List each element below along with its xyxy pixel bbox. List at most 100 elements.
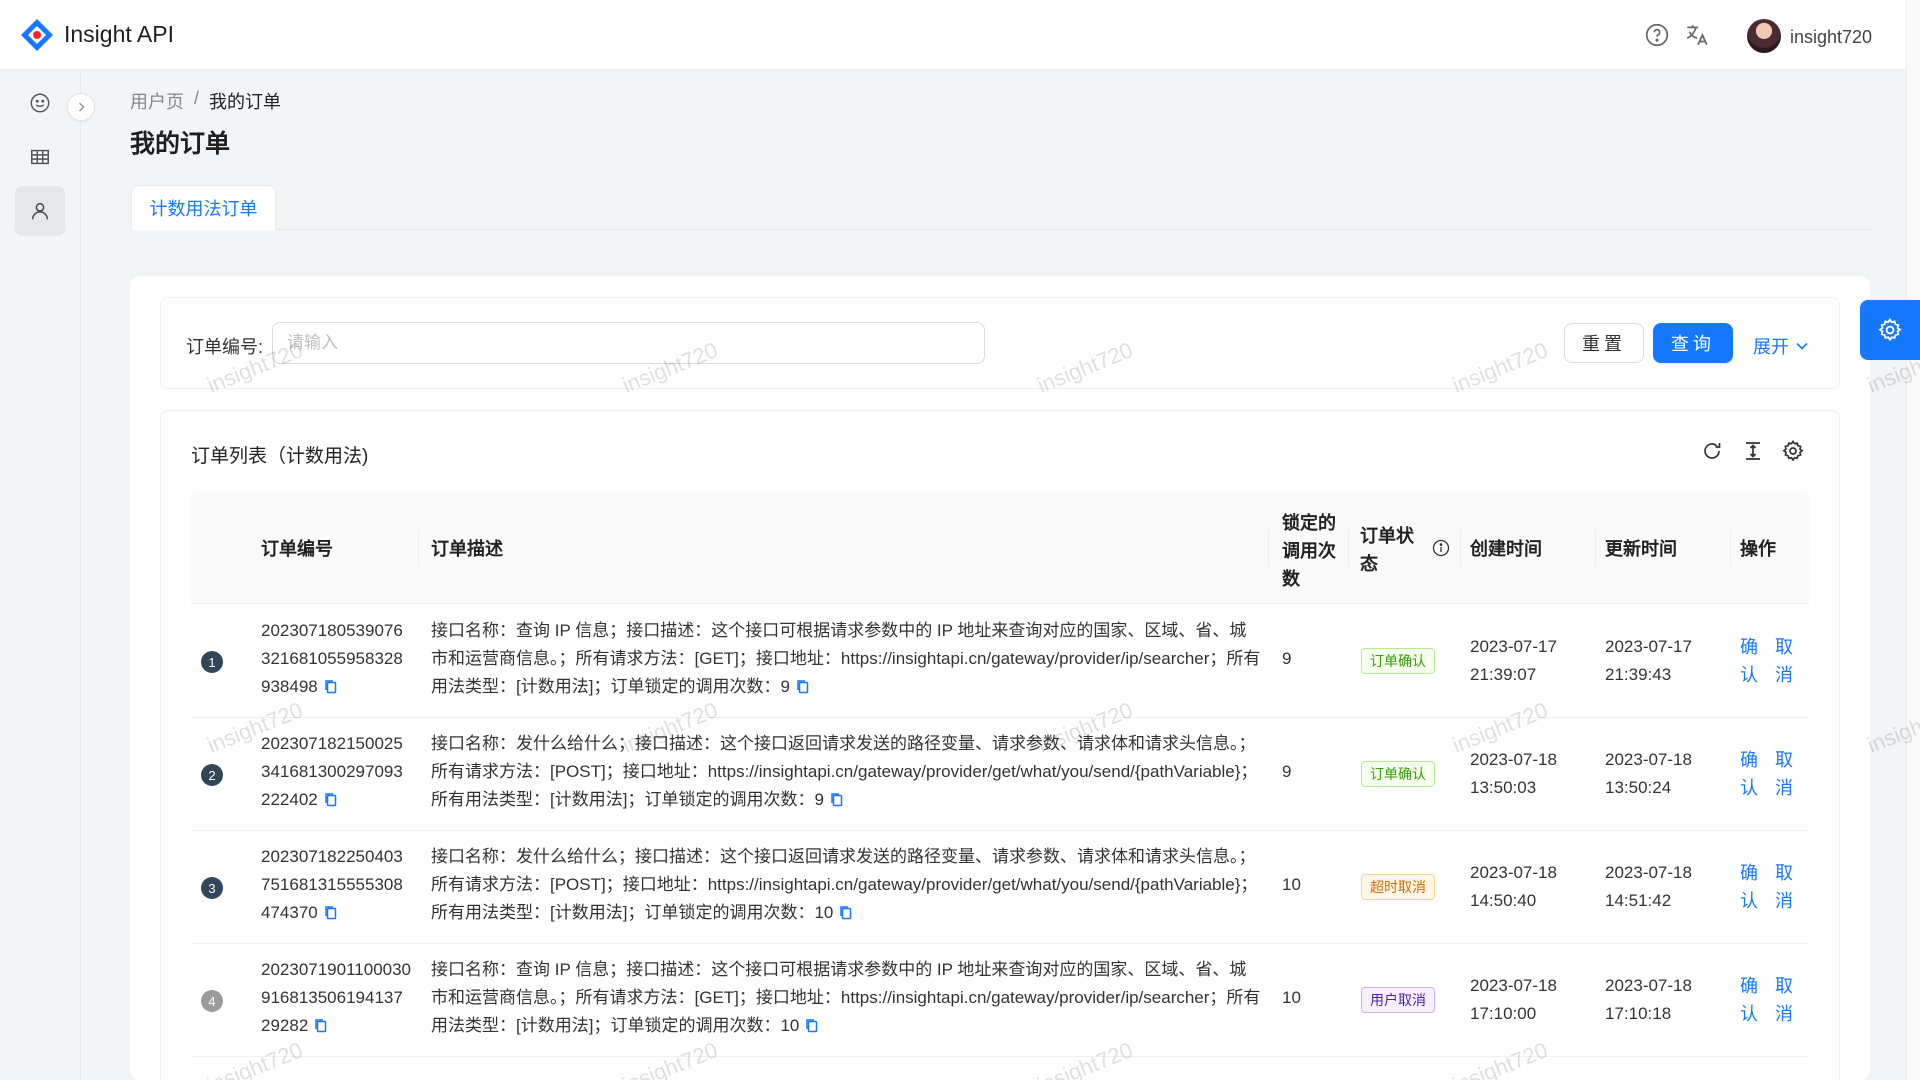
- order-description-text: 接口名称：查询 IP 信息；接口描述：这个接口可根据请求参数中的 IP 地址来查…: [431, 960, 1261, 1035]
- locked-calls-cell: 10: [1282, 875, 1301, 894]
- scrollbar[interactable]: [1906, 0, 1920, 1080]
- expand-toggle[interactable]: 展开: [1753, 333, 1809, 359]
- order-description-cell: 接口名称：查询 IP 信息；接口描述：这个接口可根据请求参数中的 IP 地址来查…: [431, 617, 1261, 703]
- updated-date: 2023-07-17: [1605, 637, 1692, 656]
- cancel-link[interactable]: 取消: [1775, 859, 1795, 915]
- updated-time-cell: 2023-07-18 13:50:24: [1605, 746, 1715, 802]
- sidebar-item-interfaces[interactable]: [15, 132, 65, 182]
- column-header-created: 创建时间: [1470, 539, 1542, 559]
- copy-icon[interactable]: [324, 675, 338, 703]
- column-header-description: 订单描述: [431, 539, 503, 559]
- sidebar-collapse-button[interactable]: [67, 93, 95, 121]
- cancel-link[interactable]: 取消: [1775, 633, 1795, 689]
- status-badge: 超时取消: [1361, 874, 1435, 900]
- query-button[interactable]: 查询: [1653, 323, 1733, 363]
- row-index-badge: 4: [201, 990, 223, 1012]
- column-header-locked-calls-line1: 锁定的: [1282, 513, 1336, 533]
- column-header-order-no: 订单编号: [261, 539, 333, 559]
- column-header-locked-calls: 锁定的 调用次 数: [1282, 509, 1342, 593]
- created-date: 2023-07-18: [1470, 863, 1557, 882]
- reload-icon[interactable]: [1700, 439, 1724, 463]
- column-header-updated: 更新时间: [1605, 539, 1677, 559]
- confirm-link[interactable]: 确认: [1740, 859, 1760, 915]
- updated-time: 17:10:18: [1605, 1004, 1672, 1023]
- top-header: Insight API insight720: [0, 0, 1920, 70]
- tabs-divider: [130, 229, 1870, 230]
- created-time-cell: 2023-07-17 21:39:07: [1470, 633, 1580, 689]
- info-icon[interactable]: [1432, 539, 1450, 557]
- order-description-text: 接口名称：查询 IP 信息；接口描述：这个接口可根据请求参数中的 IP 地址来查…: [431, 621, 1261, 696]
- translate-icon[interactable]: [1684, 22, 1710, 48]
- help-icon[interactable]: [1644, 22, 1670, 48]
- row-index-badge: 1: [201, 651, 223, 673]
- reset-button[interactable]: 重置: [1564, 323, 1644, 363]
- updated-time: 14:51:42: [1605, 891, 1672, 910]
- updated-time-cell: 2023-07-17 21:39:43: [1605, 633, 1715, 689]
- order-no-cell: 202307180539076321681055958328938498: [261, 617, 411, 703]
- order-description-cell: 接口名称：查询 IP 信息；接口描述：这个接口可根据请求参数中的 IP 地址来查…: [431, 956, 1261, 1042]
- updated-time: 21:39:43: [1605, 665, 1672, 684]
- order-description-cell: 接口名称：发什么给什么；接口描述：这个接口返回请求发送的路径变量、请求参数、请求…: [431, 730, 1261, 816]
- table-icon: [31, 149, 49, 165]
- order-description-cell: 接口名称：发什么给什么；接口描述：这个接口返回请求发送的路径变量、请求参数、请求…: [431, 843, 1261, 929]
- sidebar-item-user[interactable]: [15, 186, 65, 236]
- chevron-down-icon: [1796, 342, 1808, 350]
- created-date: 2023-07-18: [1470, 750, 1557, 769]
- sidebar-item-welcome[interactable]: [15, 78, 65, 128]
- logo-icon[interactable]: [19, 17, 55, 53]
- username[interactable]: insight720: [1790, 27, 1872, 48]
- column-divider: [1730, 530, 1731, 566]
- order-description-text: 接口名称：发什么给什么；接口描述：这个接口返回请求发送的路径变量、请求参数、请求…: [431, 734, 1258, 809]
- copy-icon[interactable]: [796, 675, 810, 703]
- order-no-cell: 202307182250403751681315555308474370: [261, 843, 411, 929]
- created-time: 14:50:40: [1470, 891, 1537, 910]
- confirm-link[interactable]: 确认: [1740, 972, 1760, 1028]
- column-header-status-line2: 态: [1360, 554, 1378, 574]
- row-index-badge: 2: [201, 764, 223, 786]
- order-no-label: 订单编号:: [186, 337, 264, 357]
- copy-icon[interactable]: [830, 788, 844, 816]
- created-time: 21:39:07: [1470, 665, 1537, 684]
- created-date: 2023-07-18: [1470, 976, 1557, 995]
- created-time: 17:10:00: [1470, 1004, 1537, 1023]
- updated-time-cell: 2023-07-18 17:10:18: [1605, 972, 1715, 1028]
- breadcrumb: 用户页 / 我的订单: [130, 88, 281, 114]
- updated-date: 2023-07-18: [1605, 863, 1692, 882]
- avatar[interactable]: [1747, 19, 1781, 53]
- created-time-cell: 2023-07-18 13:50:03: [1470, 746, 1580, 802]
- created-date: 2023-07-17: [1470, 637, 1557, 656]
- copy-icon[interactable]: [324, 788, 338, 816]
- breadcrumb-separator: /: [194, 88, 200, 108]
- column-divider: [1460, 530, 1461, 566]
- cancel-link[interactable]: 取消: [1775, 972, 1795, 1028]
- order-no-cell: 202307190110003091681350619413729282: [261, 956, 411, 1042]
- copy-icon[interactable]: [805, 1014, 819, 1042]
- table-settings-icon[interactable]: [1781, 439, 1805, 463]
- status-badge: 订单确认: [1361, 761, 1435, 787]
- settings-drawer-button[interactable]: [1860, 300, 1920, 360]
- updated-date: 2023-07-18: [1605, 976, 1692, 995]
- updated-time: 13:50:24: [1605, 778, 1672, 797]
- app-title[interactable]: Insight API: [64, 21, 174, 48]
- breadcrumb-current: 我的订单: [209, 92, 282, 112]
- column-height-icon[interactable]: [1741, 439, 1765, 463]
- cancel-link[interactable]: 取消: [1775, 746, 1795, 802]
- copy-icon[interactable]: [839, 901, 853, 929]
- smile-icon: [30, 93, 50, 113]
- chevron-right-icon: [78, 102, 85, 112]
- row-index-badge: 3: [201, 877, 223, 899]
- confirm-link[interactable]: 确认: [1740, 633, 1760, 689]
- table-title: 订单列表（计数用法): [191, 446, 369, 467]
- copy-icon[interactable]: [314, 1014, 328, 1042]
- tab-count-usage-orders[interactable]: 计数用法订单: [131, 185, 276, 230]
- created-time: 13:50:03: [1470, 778, 1537, 797]
- expand-label: 展开: [1753, 337, 1789, 357]
- confirm-link[interactable]: 确认: [1740, 746, 1760, 802]
- order-no-cell: 202307182150025341681300297093222402: [261, 730, 411, 816]
- copy-icon[interactable]: [324, 901, 338, 929]
- column-header-locked-calls-line2: 调用次: [1282, 541, 1336, 561]
- order-no-input[interactable]: [272, 322, 985, 364]
- page-title: 我的订单: [130, 130, 231, 158]
- breadcrumb-parent[interactable]: 用户页: [130, 88, 184, 114]
- status-badge: 用户取消: [1361, 987, 1435, 1013]
